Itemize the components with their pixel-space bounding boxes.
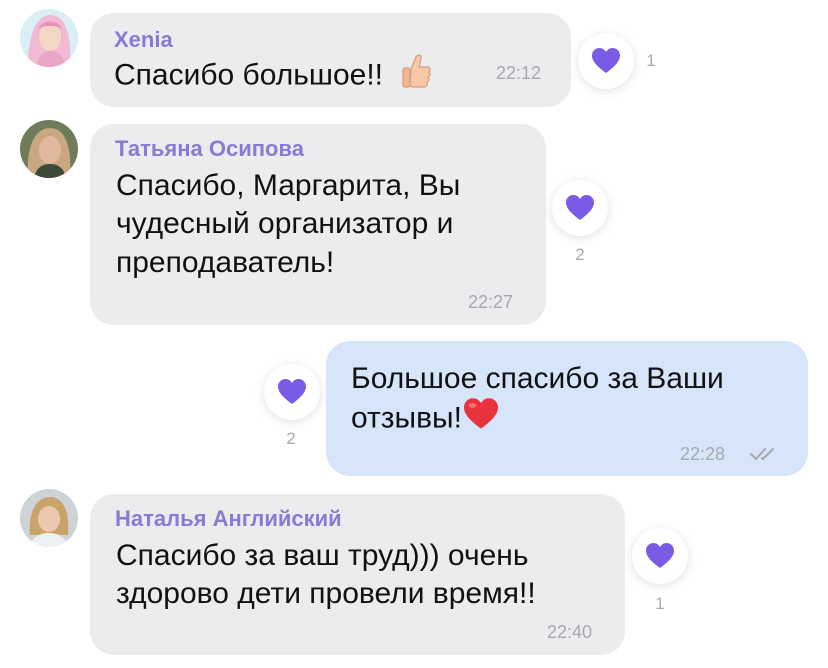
message-time: 22:40: [547, 622, 593, 642]
message-bubble-xenia[interactable]: Xenia Спасибо большое!! 22:12: [90, 13, 571, 107]
message-text: Спасибо большое!!: [114, 53, 432, 100]
reaction-count: 1: [655, 594, 665, 613]
reaction-button[interactable]: [264, 364, 320, 420]
reaction-button[interactable]: [578, 33, 634, 89]
reaction-count: 1: [646, 51, 656, 70]
red-heart-emoji: [462, 397, 500, 442]
avatar-tatiana-image: [20, 120, 78, 178]
avatar-natalia-image: [20, 489, 78, 547]
message-bubble-own[interactable]: Большое спасибо за Ваши отзывы! 22:28: [326, 341, 808, 476]
reaction-count: 2: [286, 429, 296, 448]
reaction-count: 2: [575, 245, 585, 264]
message-text-line: преподаватель!: [116, 246, 335, 279]
author-name[interactable]: Татьяна Осипова: [115, 136, 304, 162]
avatar-tatiana[interactable]: [20, 120, 78, 178]
reaction-button[interactable]: [552, 180, 608, 236]
message-text-line: Большое спасибо за Ваши: [351, 362, 724, 395]
message-text: отзывы!: [351, 397, 500, 442]
avatar-natalia[interactable]: [20, 489, 78, 547]
message-text-line: Спасибо большое!!: [114, 58, 384, 92]
author-name[interactable]: Xenia: [114, 27, 173, 53]
message-bubble-tatiana[interactable]: Татьяна Осипова Спасибо, Маргарита, Вы ч…: [90, 124, 546, 325]
message-bubble-natalia[interactable]: Наталья Английский Спасибо за ваш труд))…: [90, 494, 625, 655]
message-text-line: чудесный организатор и: [116, 207, 454, 240]
avatar-xenia[interactable]: [20, 9, 78, 67]
message-time: 22:27: [468, 292, 514, 312]
message-text-line: отзывы!: [351, 401, 462, 435]
avatar-xenia-image: [20, 9, 78, 67]
purple-heart-icon: [278, 379, 306, 404]
message-time: 22:12: [496, 63, 542, 83]
double-check-icon: [750, 448, 774, 460]
purple-heart-icon: [646, 543, 674, 568]
thumbs-up-emoji: [401, 53, 432, 100]
message-text-line: Спасибо, Маргарита, Вы: [116, 169, 461, 202]
purple-heart-icon: [566, 195, 594, 220]
message-text-line: здорово дети провели время!!: [116, 577, 536, 610]
purple-heart-icon: [592, 48, 620, 73]
reaction-button[interactable]: [632, 528, 688, 584]
message-time: 22:28: [680, 444, 726, 464]
author-name[interactable]: Наталья Английский: [115, 506, 342, 532]
message-text-line: Спасибо за ваш труд))) очень: [116, 539, 529, 572]
